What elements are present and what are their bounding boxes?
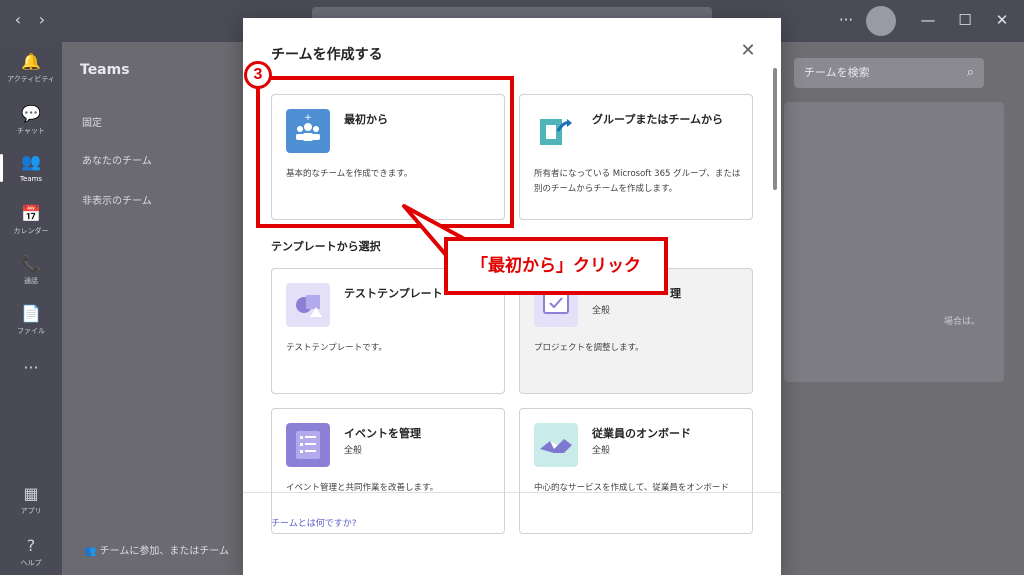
card-title: イベントを管理: [344, 427, 421, 440]
card-title: グループまたはチームから: [592, 113, 724, 126]
card-category: 全般: [592, 306, 611, 316]
people-icon: 👥: [84, 546, 100, 557]
maximize-button[interactable]: ☐: [955, 10, 975, 30]
card-description: 所有者になっている Microsoft 365 グループ、または別のチームからチ…: [534, 169, 741, 194]
card-title: 理: [670, 287, 681, 300]
panel-title: Teams: [80, 62, 130, 78]
card-description: 中心的なサービスを作成して、従業員をオンボード: [534, 483, 729, 493]
section-hidden-teams[interactable]: 非表示のチーム: [82, 192, 152, 207]
card-description: テストテンプレートです。: [286, 343, 387, 353]
rail-item-chat[interactable]: 💬 チャット: [0, 104, 62, 136]
rail-item-calendar[interactable]: 📅 カレンダー: [0, 204, 62, 236]
rail-item-apps[interactable]: ▦ アプリ: [0, 484, 62, 516]
group-arrow-icon: [534, 109, 578, 153]
card-from-group-or-team[interactable]: グループまたはチームから 所有者になっている Microsoft 365 グルー…: [519, 94, 753, 220]
card-title: テストテンプレート: [344, 287, 443, 300]
step-badge: 3: [244, 61, 272, 89]
section-pinned[interactable]: 固定: [82, 114, 102, 129]
card-description: イベント管理と共同作業を改善します。: [286, 483, 439, 493]
minimize-button[interactable]: —: [918, 10, 938, 30]
join-or-create-team-button[interactable]: 👥 チームに参加、またはチーム: [84, 542, 229, 557]
calendar-icon: 📅: [21, 204, 41, 223]
card-category: 全般: [344, 446, 363, 456]
card-description: プロジェクトを調整します。: [534, 343, 644, 353]
apps-icon: ▦: [23, 484, 39, 503]
rail-item-help[interactable]: ? ヘルプ: [0, 536, 62, 568]
forward-button[interactable]: ›: [32, 10, 52, 30]
avatar[interactable]: [866, 6, 896, 36]
checklist-icon: [286, 423, 330, 467]
handshake-icon: [534, 423, 578, 467]
template-section-label: テンプレートから選択: [271, 240, 381, 253]
rail-item-files[interactable]: 📄 ファイル: [0, 304, 62, 336]
team-search-input[interactable]: チームを検索 ⌕: [794, 58, 984, 88]
help-icon: ?: [26, 536, 36, 555]
background-card: 場合は。: [784, 102, 1004, 382]
section-your-teams[interactable]: あなたのチーム: [82, 152, 152, 167]
rail-item-more[interactable]: ···: [0, 358, 62, 378]
card-title: 従業員のオンボード: [592, 427, 691, 440]
dialog-title: チームを作成する: [271, 47, 383, 63]
rail-item-teams[interactable]: 👥 Teams: [0, 152, 62, 184]
callout-label: 「最初から」クリック: [444, 237, 668, 295]
close-icon[interactable]: ✕: [737, 40, 759, 62]
rail-item-activity[interactable]: 🔔 アクティビティ: [0, 52, 62, 84]
back-button[interactable]: ‹: [8, 10, 28, 30]
teams-icon: 👥: [21, 152, 41, 171]
close-window-button[interactable]: ✕: [992, 10, 1012, 30]
rail-item-calls[interactable]: 📞 通話: [0, 254, 62, 286]
shapes-icon: [286, 283, 330, 327]
search-icon: ⌕: [966, 65, 974, 80]
scrollbar[interactable]: [773, 68, 777, 190]
more-options-icon[interactable]: ···: [836, 10, 856, 30]
highlight-box: [256, 76, 514, 228]
what-is-team-link[interactable]: チームとは何ですか?: [271, 516, 357, 529]
card-onboard-employees[interactable]: 従業員のオンボード 全般 中心的なサービスを作成して、従業員をオンボード: [519, 408, 753, 534]
chat-icon: 💬: [21, 104, 41, 123]
app-rail: 🔔 アクティビティ 💬 チャット 👥 Teams 📅 カレンダー 📞 通話 📄 …: [0, 42, 62, 575]
more-icon: ···: [23, 358, 39, 377]
file-icon: 📄: [21, 304, 41, 323]
card-category: 全般: [592, 446, 611, 456]
background-text: 場合は。: [944, 317, 981, 327]
footer-divider: [243, 492, 781, 493]
bell-icon: 🔔: [21, 52, 41, 71]
phone-icon: 📞: [21, 254, 41, 273]
